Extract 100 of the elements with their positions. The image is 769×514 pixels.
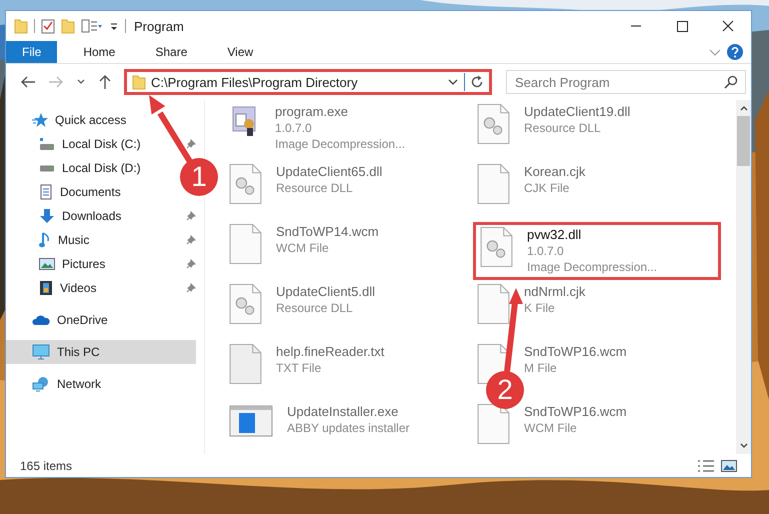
file-name[interactable]: UpdateInstaller.exe — [287, 404, 410, 419]
sidebar-item[interactable]: This PC — [6, 340, 196, 364]
back-arrow-icon[interactable] — [20, 75, 36, 89]
item-count: 165 items — [20, 458, 72, 472]
sidebar-label: Documents — [60, 185, 121, 199]
search-icon[interactable] — [724, 75, 738, 89]
drive-icon — [39, 164, 55, 172]
file-detail: 1.0.7.0 — [275, 121, 313, 135]
file-name[interactable]: UpdateClient65.dll — [276, 164, 382, 179]
sidebar-item[interactable]: Documents — [6, 180, 125, 204]
sidebar-label: Pictures — [62, 257, 106, 271]
file-detail: CJK File — [524, 181, 570, 195]
file-icon[interactable] — [229, 224, 262, 264]
ribbon-tab[interactable]: File — [6, 41, 58, 63]
sidebar-item[interactable]: Videos — [6, 276, 100, 300]
highlighted-file[interactable]: pvw32.dll 1.0.7.0 Image Decompression... — [473, 222, 721, 280]
file-name[interactable]: program.exe — [275, 104, 406, 119]
up-arrow-icon[interactable] — [98, 74, 112, 90]
drive-icon — [39, 138, 55, 150]
scrollbar[interactable] — [736, 100, 751, 454]
file-detail: Resource DLL — [276, 301, 354, 315]
ribbon-tab[interactable]: Share — [141, 41, 202, 63]
sidebar-label: Music — [58, 233, 90, 247]
help-icon[interactable] — [727, 44, 743, 60]
document-icon — [39, 184, 53, 200]
gear-file-icon[interactable] — [477, 104, 510, 144]
sidebar-label: Network — [57, 377, 102, 391]
file-icon[interactable] — [477, 284, 510, 324]
window-icon[interactable] — [229, 404, 273, 438]
folder-icon — [132, 74, 146, 90]
film-icon — [39, 280, 53, 296]
address-bar[interactable]: C:\Program Files\Program Directory — [124, 69, 492, 95]
sidebar-item[interactable]: OneDrive — [6, 308, 112, 332]
address-path: C:\Program Files\Program Directory — [151, 74, 359, 90]
file-detail: 1.0.7.0 — [527, 244, 565, 258]
file-detail: ABBY updates installer — [287, 421, 410, 435]
file-name[interactable]: pvw32.dll — [527, 227, 658, 242]
scroll-up-icon[interactable] — [738, 104, 748, 112]
properties-icon[interactable] — [81, 18, 103, 34]
file-detail: K File — [524, 301, 556, 315]
star-icon — [32, 112, 48, 128]
download-arrow-icon — [39, 208, 55, 224]
gear-file-icon[interactable] — [229, 164, 262, 204]
sidebar-item[interactable]: Downloads — [6, 204, 126, 228]
file-detail: WCM File — [524, 421, 578, 435]
file-detail: Resource DLL — [524, 121, 602, 135]
sidebar-label: Downloads — [62, 209, 122, 223]
pin-icon[interactable] — [186, 235, 196, 245]
ribbon-tab[interactable]: View — [213, 41, 268, 63]
chevron-down-icon[interactable] — [447, 77, 459, 87]
details-view-icon[interactable] — [697, 458, 715, 472]
music-note-icon — [39, 232, 51, 248]
file-icon[interactable] — [477, 164, 510, 204]
file-detail: WCM File — [276, 241, 330, 255]
file-detail: Resource DLL — [276, 181, 354, 195]
scroll-thumb[interactable] — [737, 116, 750, 166]
sidebar-label: Quick access — [55, 113, 126, 127]
checklist-icon[interactable] — [41, 18, 55, 34]
file-icon[interactable] — [229, 344, 262, 384]
file-detail: Image Decompression... — [275, 137, 406, 151]
file-name[interactable]: SndToWP16.wcm — [524, 344, 627, 359]
search-field[interactable]: Search Program — [506, 70, 746, 94]
file-detail: M File — [524, 361, 558, 375]
picture-icon[interactable] — [721, 458, 737, 472]
sidebar-item[interactable]: Network — [6, 372, 106, 396]
sidebar-label: Local Disk (C:) — [62, 137, 141, 151]
scroll-down-icon[interactable] — [738, 442, 748, 450]
file-detail: Image Decompression... — [527, 260, 658, 274]
sidebar-item[interactable]: Local Disk (D:) — [6, 156, 145, 180]
file-name[interactable]: Korean.cjk — [524, 164, 586, 179]
file-name[interactable]: SndToWP16.wcm — [524, 404, 627, 419]
file-icon[interactable] — [477, 404, 510, 444]
file-name[interactable]: UpdateClient19.dll — [524, 104, 630, 119]
pin-icon[interactable] — [186, 283, 196, 293]
refresh-icon[interactable] — [470, 75, 484, 89]
sidebar-label: OneDrive — [57, 313, 108, 327]
file-name[interactable]: ndNrml.cjk — [524, 284, 586, 299]
pin-icon[interactable] — [186, 259, 196, 269]
picture-icon — [39, 257, 55, 271]
sidebar-item[interactable]: Music — [6, 228, 94, 252]
file-name[interactable]: SndToWP14.wcm — [276, 224, 379, 239]
file-name[interactable]: UpdateClient5.dll — [276, 284, 376, 299]
ribbon-tab[interactable]: Home — [69, 41, 130, 63]
sidebar-item[interactable]: Local Disk (C:) — [6, 132, 145, 156]
sidebar-label: Videos — [60, 281, 96, 295]
cloud-icon — [32, 314, 50, 326]
file-detail: TXT File — [276, 361, 322, 375]
pin-icon[interactable] — [186, 211, 196, 221]
gear-file-icon[interactable] — [229, 284, 262, 324]
monitor-icon — [32, 344, 50, 360]
sidebar-label: Local Disk (D:) — [62, 161, 141, 175]
sidebar-item[interactable]: Quick access — [6, 108, 130, 132]
window-title: Program — [134, 18, 184, 34]
network-icon — [32, 376, 50, 392]
sidebar-item[interactable]: Pictures — [6, 252, 110, 276]
chevron-down-icon[interactable] — [76, 78, 86, 86]
gear-file-icon[interactable] — [480, 227, 513, 267]
file-name[interactable]: help.fineReader.txt — [276, 344, 384, 359]
pin-icon[interactable] — [186, 139, 196, 149]
sidebar-label: This PC — [57, 345, 100, 359]
